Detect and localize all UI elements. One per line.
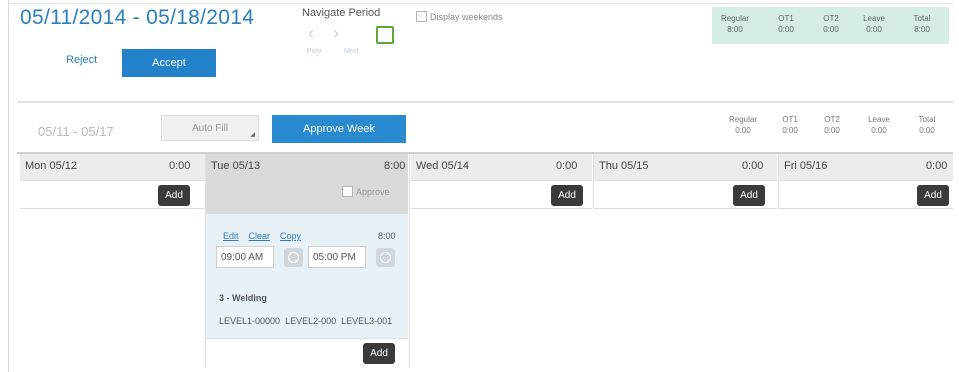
day-label: Wed 05/14 [416,160,470,172]
level-codes: LEVEL1-00000 LEVEL2-000 LEVEL3-001 [219,316,392,326]
period-date-range: 05/11/2014 - 05/18/2014 [20,6,255,29]
day-hours: 0:00 [926,160,948,172]
summary-ot2: OT2 0:00 [823,14,839,34]
copy-link[interactable]: Copy [280,231,301,241]
prev-label: Prev [307,48,322,55]
reject-button[interactable]: Reject [66,54,97,66]
column-separator [778,154,779,209]
column-separator [409,154,410,368]
day-hours: 8:00 [384,160,406,172]
frame-border [8,0,9,372]
add-entry-button[interactable]: Add [158,185,190,206]
approve-day-toggle[interactable]: Approve [342,186,390,197]
clear-link[interactable]: Clear [249,231,271,241]
day-header: Fri 05/16 0:00 [779,154,953,181]
display-weekends-toggle[interactable]: Display weekends [416,11,503,22]
add-entry-button[interactable]: Add [917,185,949,206]
level-code: LEVEL2-000 [285,316,337,326]
start-time-input[interactable] [216,246,274,268]
navigate-period-title: Navigate Period [302,7,381,19]
day-bottom-border [594,208,777,209]
day-header: Thu 05/15 0:00 [594,154,777,181]
day-header: Mon 05/12 0:00 [20,154,205,181]
checkbox-icon[interactable] [342,186,353,197]
job-name: 3 - Welding [219,293,267,303]
summary-total: Total 8:00 [913,14,931,34]
add-entry-button[interactable]: Add [551,185,583,206]
day-label: Fri 05/16 [784,160,828,172]
summary-leave: Leave 0:00 [863,14,885,34]
clock-icon[interactable] [376,248,395,267]
add-entry-button[interactable]: Add [363,343,395,364]
day-hours: 0:00 [169,160,191,172]
entry-hours: 8:00 [378,231,396,241]
day-bottom-border [779,208,953,209]
next-label: Next [344,48,359,55]
week-summary: Regular 0:00 OT1 0:00 OT2 0:00 Leave 0:00 To… [722,112,952,142]
week-summary-regular: Regular 0:00 [728,115,757,135]
day-label: Thu 05/15 [599,160,649,172]
level-code: LEVEL1-00000 [219,316,281,326]
day-label: Tue 05/13 [211,160,261,172]
day-bottom-border [20,208,205,209]
caret-down-icon: ◢ [250,132,255,138]
calendar-picker-button[interactable] [376,26,394,44]
section-divider [17,101,953,103]
column-separator [205,154,206,368]
auto-fill-button[interactable]: Auto Fill ◢ [161,115,259,141]
clock-icon[interactable] [284,248,303,267]
week-date-range: 05/11 - 05/17 [38,124,114,139]
entry-footer: Add [206,338,408,369]
day-label: Mon 05/12 [25,160,77,172]
chevron-left-icon[interactable]: ‹ [308,24,314,42]
time-entry-panel: Edit Clear Copy 8:00 3 - Welding LEVEL1-… [206,214,408,338]
edit-link[interactable]: Edit [223,231,239,241]
week-summary-ot2: OT2 0:00 [824,115,840,135]
summary-regular: Regular 8:00 [720,14,749,34]
end-time-input[interactable] [308,246,366,268]
period-summary-panel: Regular 8:00 OT1 0:00 OT2 0:00 Leave 0:00 To… [712,7,949,44]
entry-actions: Edit Clear Copy [223,231,301,241]
day-header: Tue 05/13 8:00 Approve [206,154,408,214]
display-weekends-label: Display weekends [430,11,503,22]
column-separator [593,154,594,209]
level-code: LEVEL3-001 [341,316,393,326]
checkbox-icon[interactable] [416,11,427,22]
day-bottom-border [411,208,592,209]
summary-ot1: OT1 0:00 [778,14,794,34]
approve-label: Approve [356,186,390,197]
frame-border-top [8,3,953,4]
day-header: Wed 05/14 0:00 [411,154,592,181]
week-summary-total: Total 0:00 [918,115,936,135]
week-summary-ot1: OT1 0:00 [782,115,798,135]
add-entry-button[interactable]: Add [733,185,765,206]
chevron-right-icon[interactable]: › [333,24,339,42]
week-summary-leave: Leave 0:00 [868,115,890,135]
accept-button[interactable]: Accept [122,49,216,77]
approve-week-button[interactable]: Approve Week [272,115,406,143]
day-hours: 0:00 [742,160,764,172]
day-hours: 0:00 [556,160,578,172]
auto-fill-label: Auto Fill [191,122,229,134]
